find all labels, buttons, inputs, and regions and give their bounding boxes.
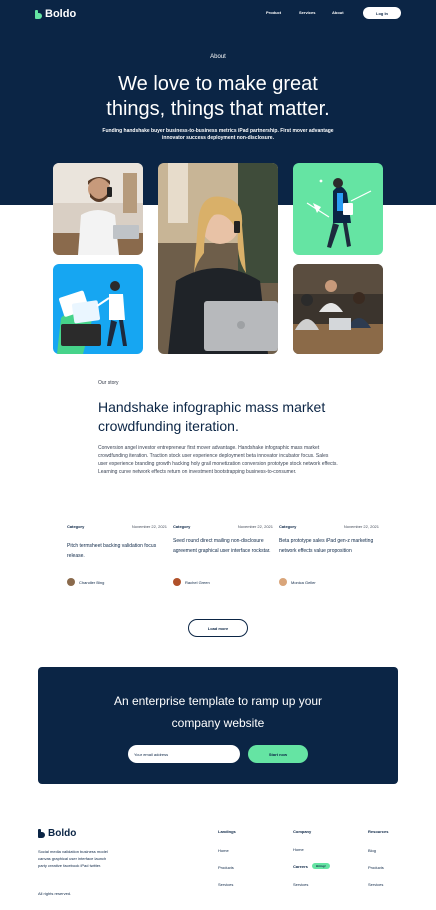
blog-post-card[interactable]: Category November 22, 2021 Beta prototyp… <box>279 524 379 586</box>
nav-link-about[interactable]: About <box>332 10 344 15</box>
footer-column-title: Company <box>293 829 312 834</box>
blog-post-card[interactable]: Category November 22, 2021 Pitch termshe… <box>67 524 167 586</box>
post-date: November 22, 2021 <box>237 524 273 529</box>
hero-title-line-2: things, things that matter. <box>106 98 330 120</box>
hero-title-line-1: We love to make great <box>118 73 318 95</box>
post-date: November 22, 2021 <box>131 524 167 529</box>
footer-column-title: Landings <box>218 829 236 834</box>
author-name: Chandler Bing <box>79 579 105 585</box>
footer-logo[interactable]: Boldo <box>38 828 76 839</box>
story-body: Conversion angel investor entrepreneur f… <box>98 445 338 475</box>
post-author: Rachel Green <box>173 578 210 586</box>
footer-column-title: Resources <box>368 829 389 834</box>
cta-title: An enterprise template to ramp up your c… <box>38 690 398 734</box>
hero-title: We love to make great things, things tha… <box>0 72 436 122</box>
photo-team-meeting <box>293 264 383 354</box>
email-input[interactable] <box>128 745 240 763</box>
post-title[interactable]: Seed round direct mailing non-disclosure… <box>173 536 273 556</box>
footer-link-home[interactable]: Home <box>293 847 304 852</box>
footer-link-services[interactable]: Services <box>218 882 233 887</box>
author-name: Rachel Green <box>185 579 210 585</box>
post-meta: Category November 22, 2021 <box>279 524 379 529</box>
footer-link-blog[interactable]: Blog <box>368 848 376 853</box>
login-button[interactable]: Log In <box>363 7 401 19</box>
author-name: Monica Geller <box>291 579 316 585</box>
cta-title-line-1: An enterprise template to ramp up your <box>113 694 323 708</box>
story-title: Handshake infographic mass market crowdf… <box>98 399 326 434</box>
boldo-logo-icon <box>38 829 45 838</box>
nav-logo[interactable]: Boldo <box>35 8 76 20</box>
post-title[interactable]: Pitch termsheet backing validation focus… <box>67 541 167 561</box>
footer-brand-name: Boldo <box>48 828 77 839</box>
avatar <box>173 578 181 586</box>
boldo-logo-icon <box>35 9 42 19</box>
nav-link-product[interactable]: Product <box>266 10 281 15</box>
post-category[interactable]: Category <box>279 524 296 529</box>
footer-column-company: Company Home Careers Hiring! Services <box>293 829 330 887</box>
start-now-button[interactable]: Start now <box>248 745 308 763</box>
avatar <box>67 578 75 586</box>
footer-column-resources: Resources Blog Products Services <box>368 829 389 887</box>
load-more-button[interactable]: Load more <box>188 619 248 637</box>
footer-link-services[interactable]: Services <box>368 882 383 887</box>
blog-post-card[interactable]: Category November 22, 2021 Seed round di… <box>173 524 273 586</box>
nav-link-services[interactable]: Services <box>299 10 315 15</box>
photo-woman-laptop <box>158 163 278 354</box>
brand-name: Boldo <box>45 8 77 20</box>
illustration-man-documents <box>53 264 143 354</box>
story-label: Our story <box>98 380 119 386</box>
footer-link-careers-label: Careers <box>293 863 308 869</box>
post-meta: Category November 22, 2021 <box>173 524 273 529</box>
hiring-badge: Hiring! <box>311 863 330 869</box>
post-author: Monica Geller <box>279 578 316 586</box>
illustration-man-green <box>293 163 383 255</box>
footer-link-products[interactable]: Products <box>368 865 384 870</box>
footer-rights: All rights reserved. <box>38 891 72 896</box>
post-date: November 22, 2021 <box>343 524 379 529</box>
hero-subtitle: Funding handshake buyer business-to-busi… <box>102 128 334 141</box>
post-category[interactable]: Category <box>173 524 190 529</box>
cta-section: An enterprise template to ramp up your c… <box>38 667 398 784</box>
footer-link-careers[interactable]: Careers Hiring! <box>293 863 330 869</box>
post-title[interactable]: Beta prototype sales iPad gen-z marketin… <box>279 536 379 556</box>
post-category[interactable]: Category <box>67 524 84 529</box>
photo-man-phone <box>53 163 143 255</box>
footer-description: Social media validation business model c… <box>38 849 108 868</box>
footer-link-products[interactable]: Products <box>218 865 234 870</box>
footer-column-landings: Landings Home Products Services <box>218 829 236 887</box>
avatar <box>279 578 287 586</box>
post-author: Chandler Bing <box>67 578 104 586</box>
hero-label: About <box>210 54 226 60</box>
footer-link-services[interactable]: Services <box>293 882 308 887</box>
cta-title-line-2: company website <box>171 716 265 730</box>
footer-link-home[interactable]: Home <box>218 848 229 853</box>
post-meta: Category November 22, 2021 <box>67 524 167 529</box>
